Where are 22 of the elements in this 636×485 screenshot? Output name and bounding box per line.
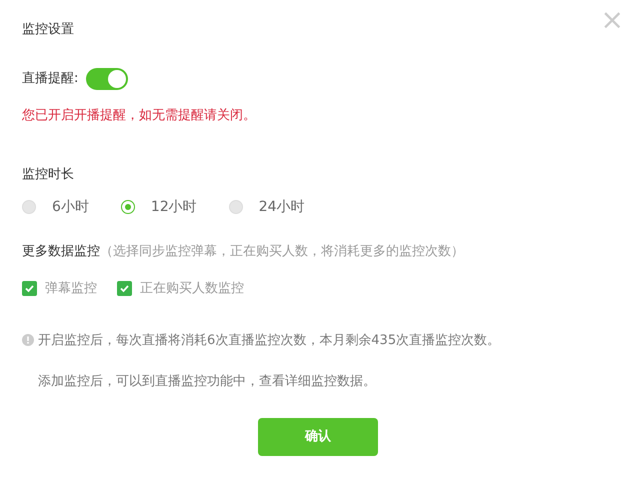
radio-button[interactable] bbox=[228, 200, 243, 214]
toggle-switch[interactable] bbox=[86, 68, 128, 90]
radio-button[interactable] bbox=[120, 200, 135, 214]
checkbox[interactable] bbox=[117, 281, 132, 296]
checkbox[interactable] bbox=[22, 281, 37, 296]
checkbox-label[interactable]: 正在购买人数监控 bbox=[140, 279, 244, 298]
dialog-title: 监控设置 bbox=[22, 21, 75, 39]
section-label: 更多数据监控 bbox=[22, 244, 100, 258]
note-text: 添加监控后，可以到直播监控功能中，查看详细监控数据。 bbox=[38, 373, 376, 391]
checkbox-label[interactable]: 弹幕监控 bbox=[45, 279, 97, 298]
section-label: 监控时长 bbox=[22, 166, 75, 184]
info-icon bbox=[22, 334, 34, 346]
hint-text: （选择同步监控弹幕，正在购买人数，将消耗更多的监控次数） bbox=[100, 244, 464, 258]
radio-label[interactable]: 12小时 bbox=[150, 196, 197, 218]
toggle-label: 直播提醒: bbox=[22, 70, 78, 88]
close-button[interactable]: × bbox=[600, 6, 624, 34]
radio-button[interactable] bbox=[22, 200, 36, 214]
notice-text: 您已开启开播提醒，如无需提醒请关闭。 bbox=[22, 106, 257, 124]
confirm-button[interactable]: 确认 bbox=[258, 418, 378, 456]
note-text: 开启监控后，每次直播将消耗6次直播监控次数，本月剩余435次直播监控次数。 bbox=[38, 332, 500, 350]
radio-label[interactable]: 6小时 bbox=[52, 196, 89, 218]
radio-label[interactable]: 24小时 bbox=[258, 196, 305, 218]
